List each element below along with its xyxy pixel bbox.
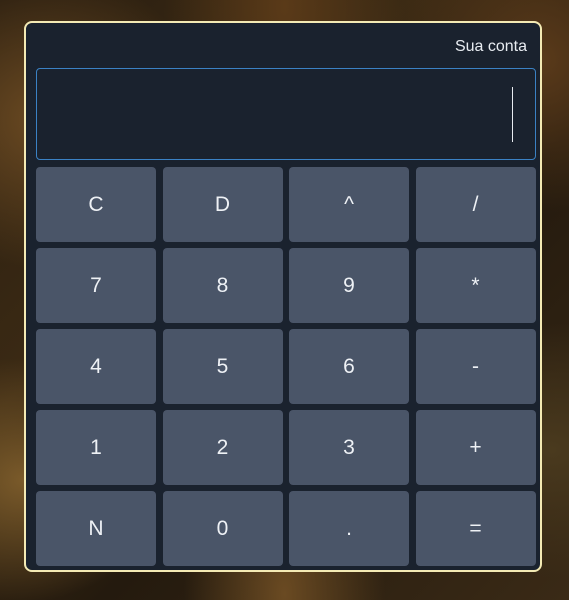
- calculator-title: Sua conta: [454, 38, 527, 55]
- power-button[interactable]: ^: [289, 167, 409, 242]
- digit-5-button[interactable]: 5: [162, 329, 283, 404]
- keypad: C D ^ / 7 8 9 * 4 5 6 - 1 2 3 + N 0 . =: [36, 167, 536, 566]
- digit-0-button[interactable]: 0: [162, 491, 283, 566]
- digit-9-button[interactable]: 9: [289, 248, 409, 323]
- digit-4-button[interactable]: 4: [36, 329, 156, 404]
- digit-3-button[interactable]: 3: [289, 410, 409, 485]
- subtract-button[interactable]: -: [415, 329, 536, 404]
- multiply-button[interactable]: *: [415, 248, 536, 323]
- negate-button[interactable]: N: [36, 491, 156, 566]
- equals-button[interactable]: =: [415, 491, 536, 566]
- digit-8-button[interactable]: 8: [162, 248, 283, 323]
- calculator-display[interactable]: [36, 68, 536, 160]
- text-caret: [512, 86, 513, 142]
- digit-6-button[interactable]: 6: [289, 329, 409, 404]
- digit-1-button[interactable]: 1: [36, 410, 156, 485]
- clear-button[interactable]: C: [36, 167, 156, 242]
- add-button[interactable]: +: [415, 410, 536, 485]
- decimal-point-button[interactable]: .: [289, 491, 409, 566]
- divide-button[interactable]: /: [415, 167, 536, 242]
- calculator-panel: Sua conta C D ^ / 7 8 9 * 4 5 6 - 1 2 3 …: [24, 21, 542, 572]
- delete-button[interactable]: D: [162, 167, 283, 242]
- digit-2-button[interactable]: 2: [162, 410, 283, 485]
- digit-7-button[interactable]: 7: [36, 248, 156, 323]
